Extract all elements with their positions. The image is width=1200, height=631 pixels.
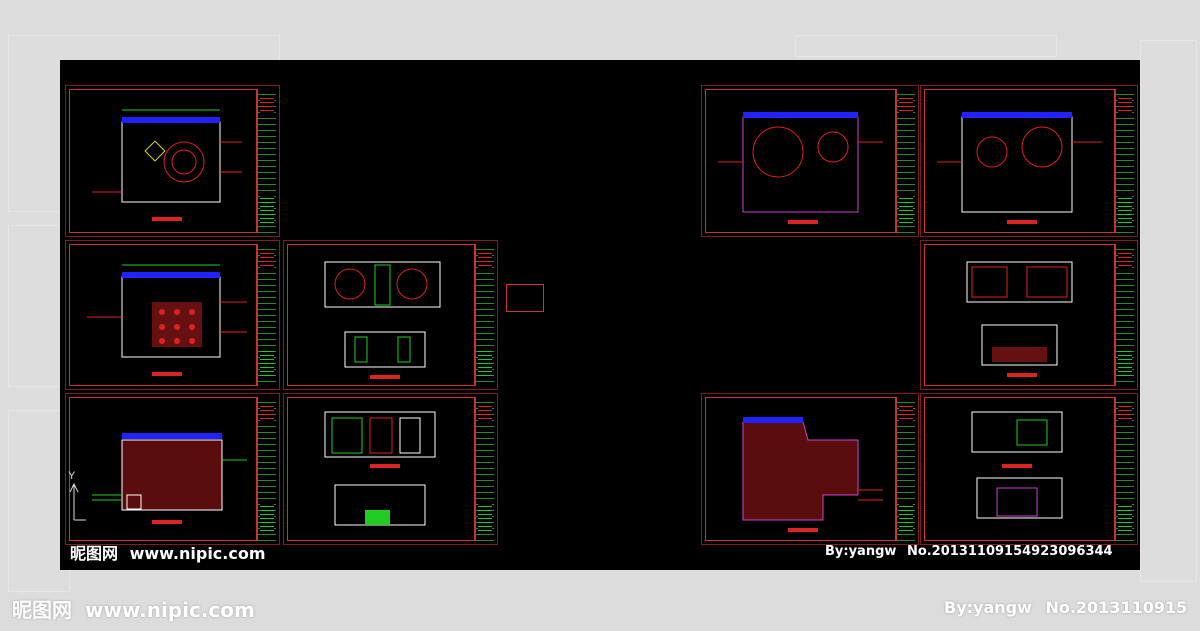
drawing-sheet-floor-plan-3[interactable] [65, 393, 280, 545]
drawing-sheet-floor-plan-1[interactable] [65, 85, 280, 237]
elevation-drawing [971, 411, 1063, 519]
drawing-sheet-elevation-2[interactable] [283, 393, 498, 545]
title-block [475, 397, 494, 541]
title-block [257, 89, 276, 233]
axis-arrow-icon [69, 482, 86, 521]
title-block [257, 397, 276, 541]
drawing-sheet-elevation-1[interactable] [283, 240, 498, 390]
floor-plan-drawing [92, 109, 242, 221]
title-block [1115, 89, 1134, 233]
title-block [896, 397, 915, 541]
watermark-number-cropped: No.2013110915 [1045, 598, 1188, 617]
ceiling-plan-drawing [87, 264, 247, 376]
watermark-number: No.20131109154923096344 [906, 544, 1113, 559]
watermark-credit: By:yangw No.20131109154923096344 [825, 544, 1113, 559]
drawing-sheet-ceiling-plan-2[interactable] [920, 85, 1138, 237]
drawing-sheet-ceiling-plan-1[interactable] [701, 85, 919, 237]
drawing-sheet-elevation-4[interactable] [920, 393, 1138, 545]
drawing-block-legend[interactable] [506, 284, 544, 312]
title-block [475, 244, 494, 386]
ghost-frame [1140, 40, 1197, 582]
drawing-sheet-elevation-3[interactable] [920, 240, 1138, 390]
watermark-credit-outer: By:yangw No.2013110915 [944, 598, 1187, 617]
watermark-site: 昵图网 www.nipic.com [70, 540, 266, 564]
drawing-sheet-floor-plan-4[interactable] [701, 393, 919, 545]
watermark-cn: 昵图网 [70, 544, 119, 563]
title-block [1115, 244, 1134, 386]
title-block [896, 89, 915, 233]
watermark-site-outer: 昵图网 www.nipic.com [12, 594, 255, 623]
watermark-url: www.nipic.com [84, 598, 255, 622]
ucs-axis-icon: Y [68, 470, 88, 525]
floor-plan-drawing [937, 112, 1102, 224]
elevation-drawing [324, 411, 436, 526]
axis-y-label: Y [68, 470, 76, 482]
cad-model-space[interactable]: Y 昵图网 www.nipic.com By:yangw No.20131109… [60, 60, 1140, 570]
elevation-drawing [966, 261, 1073, 377]
drawing-sheet-floor-plan-2[interactable] [65, 240, 280, 390]
ceiling-plan-drawing [718, 112, 883, 224]
elevation-drawing [324, 261, 441, 379]
watermark-url: www.nipic.com [129, 544, 266, 563]
watermark-cn: 昵图网 [12, 598, 72, 622]
watermark-author: By:yangw [944, 598, 1032, 617]
floor-finish-drawing [742, 417, 883, 532]
floor-finish-drawing [92, 433, 247, 524]
ghost-frame [795, 35, 1057, 57]
watermark-author: By:yangw [825, 544, 897, 559]
title-block [257, 244, 276, 386]
title-block [1115, 397, 1134, 541]
